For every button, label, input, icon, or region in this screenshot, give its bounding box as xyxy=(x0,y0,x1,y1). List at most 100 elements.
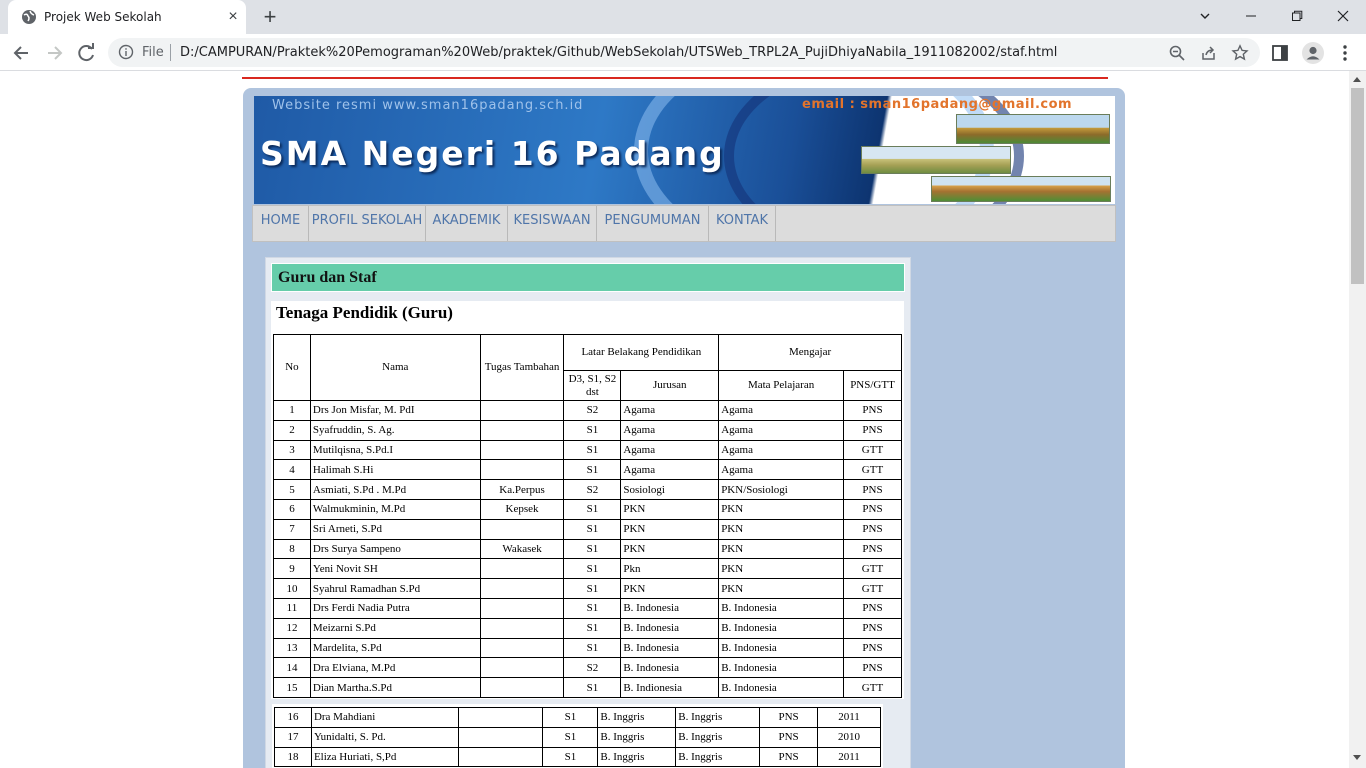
cell-no: 13 xyxy=(273,637,311,659)
cell-jurusan: Agama xyxy=(620,439,720,461)
zoom-icon[interactable] xyxy=(1168,44,1186,62)
url-text[interactable]: D:/CAMPURAN/Praktek%20Pemograman%20Web/p… xyxy=(180,45,1057,60)
cell-no: 9 xyxy=(273,558,311,580)
cell-status: PNS xyxy=(843,597,902,619)
browser-toolbar: File D:/CAMPURAN/Praktek%20Pemograman%20… xyxy=(0,34,1366,71)
banner-title: SMA Negeri 16 Padang xyxy=(260,134,725,173)
menu-home[interactable]: HOME xyxy=(253,206,309,241)
cell-jurusan: B. Indionesia xyxy=(620,677,720,698)
minimize-icon[interactable] xyxy=(1228,2,1274,30)
url-divider xyxy=(170,44,171,61)
cell-nama: Drs Surya Sampeno xyxy=(309,538,481,560)
cell-tugas xyxy=(479,558,565,580)
forward-icon[interactable] xyxy=(40,39,68,67)
table-row: 1 Drs Jon Misfar, M. PdI S2 Agama Agama PNS xyxy=(273,400,902,421)
scrollbar-thumb[interactable] xyxy=(1351,88,1364,284)
profile-icon[interactable] xyxy=(1301,41,1325,65)
reload-icon[interactable] xyxy=(72,39,100,67)
side-panel-icon[interactable] xyxy=(1270,43,1290,63)
cell-no: 6 xyxy=(273,498,311,520)
tab-search-icon[interactable] xyxy=(1182,2,1228,30)
menu-kesiswaan[interactable]: KESISWAAN xyxy=(508,206,597,241)
browser-tab[interactable]: Projek Web Sekolah × xyxy=(8,0,246,34)
cell-mapel: Agama xyxy=(718,419,844,441)
cell-jenjang: S1 xyxy=(563,558,622,580)
cell-status: PNS xyxy=(759,746,819,768)
cell-status: PNS xyxy=(843,400,902,421)
cell-jenjang: S1 xyxy=(563,677,622,698)
share-icon[interactable] xyxy=(1200,44,1218,62)
table-row: 2 Syafruddin, S. Ag. S1 Agama Agama PNS xyxy=(273,419,902,441)
table-row: 12 Meizarni S.Pd S1 B. Indonesia B. Indonesi… xyxy=(273,617,902,639)
cell-no: 5 xyxy=(273,479,311,500)
cell-jenjang: S1 xyxy=(542,746,599,768)
address-bar[interactable]: File D:/CAMPURAN/Praktek%20Pemograman%20… xyxy=(108,38,1260,67)
cell-no: 18 xyxy=(274,746,312,768)
cell-jenjang: S2 xyxy=(563,479,622,500)
cell-mapel: PKN xyxy=(718,498,844,520)
cell-tugas xyxy=(479,597,565,619)
cell-jurusan: B. Indonesia xyxy=(620,617,720,639)
site-container: Website resmi www.sman16padang.sch.id em… xyxy=(243,88,1125,768)
cell-status: GTT xyxy=(843,677,902,698)
cell-tugas xyxy=(479,617,565,639)
cell-nama: Dian Martha.S.Pd xyxy=(309,677,481,698)
cell-no: 1 xyxy=(273,400,311,421)
cell-tugas: Ka.Perpus xyxy=(479,479,565,500)
school-photo xyxy=(956,114,1110,144)
cell-status: PNS xyxy=(759,707,819,728)
scroll-up-arrow-icon[interactable] xyxy=(1353,77,1361,82)
cell-status: PNS xyxy=(759,726,819,748)
info-icon[interactable] xyxy=(118,44,134,60)
cell-tugas xyxy=(457,726,544,748)
cell-nama: Meizarni S.Pd xyxy=(309,617,481,639)
cell-no: 14 xyxy=(273,657,311,679)
cell-tugas: Wakasek xyxy=(479,538,565,560)
cell-mapel: Agama xyxy=(718,439,844,461)
cell-no: 3 xyxy=(273,439,311,461)
cell-mapel: PKN xyxy=(718,558,844,580)
cell-jenjang: S1 xyxy=(563,439,622,461)
cell-nama: Yunidalti, S. Pd. xyxy=(310,726,459,748)
cell-mapel: PKN/Sosiologi xyxy=(718,479,844,500)
restore-icon[interactable] xyxy=(1274,2,1320,30)
banner-email-text: email : sman16padang@gmail.com xyxy=(802,97,1073,112)
cell-tahun: 2011 xyxy=(817,707,881,728)
cell-jenjang: S1 xyxy=(563,597,622,619)
cell-jenjang: S2 xyxy=(563,400,622,421)
cell-tugas xyxy=(479,459,565,481)
table-row: 15 Dian Martha.S.Pd S1 B. Indionesia B. Indo… xyxy=(273,677,902,698)
cell-tugas xyxy=(479,419,565,441)
cell-mapel: PKN xyxy=(718,538,844,560)
scroll-down-arrow-icon[interactable] xyxy=(1353,755,1361,760)
tab-strip: Projek Web Sekolah × + xyxy=(0,0,1366,34)
cell-status: GTT xyxy=(843,558,902,580)
star-icon[interactable] xyxy=(1231,44,1249,62)
menu-pengumuman[interactable]: PENGUMUMAN xyxy=(597,206,709,241)
back-icon[interactable] xyxy=(8,39,36,67)
table-row: 7 Sri Arneti, S.Pd S1 PKN PKN PNS xyxy=(273,518,902,540)
menu-akademik[interactable]: AKADEMIK xyxy=(426,206,508,241)
menu-icon[interactable] xyxy=(1335,43,1355,63)
content-box: Guru dan Staf Tenaga Pendidik (Guru) No … xyxy=(265,257,911,768)
page-scrollbar[interactable] xyxy=(1349,71,1366,768)
cell-status: GTT xyxy=(843,578,902,599)
cell-tugas xyxy=(479,637,565,659)
menu-kontak[interactable]: KONTAK xyxy=(709,206,776,241)
section-heading-bar: Guru dan Staf xyxy=(271,263,905,292)
header-nama: Nama xyxy=(309,334,481,401)
cell-status: GTT xyxy=(843,459,902,481)
menu-profil-sekolah[interactable]: PROFIL SEKOLAH xyxy=(309,206,426,241)
cell-nama: Drs Jon Misfar, M. PdI xyxy=(309,400,481,421)
cell-status: PNS xyxy=(843,498,902,520)
cell-mapel: Agama xyxy=(718,400,844,421)
table-row: 17 Yunidalti, S. Pd. S1 B. Inggris B. Inggri… xyxy=(274,726,881,748)
cell-jurusan: PKN xyxy=(620,518,720,540)
close-tab-icon[interactable]: × xyxy=(224,8,242,26)
cell-mapel: B. Inggris xyxy=(675,746,761,768)
cell-nama: Walmukminin, M.Pd xyxy=(309,498,481,520)
cell-tugas xyxy=(479,578,565,599)
close-window-icon[interactable] xyxy=(1320,2,1366,30)
url-scheme-label: File xyxy=(142,45,164,60)
new-tab-button[interactable]: + xyxy=(258,5,282,29)
